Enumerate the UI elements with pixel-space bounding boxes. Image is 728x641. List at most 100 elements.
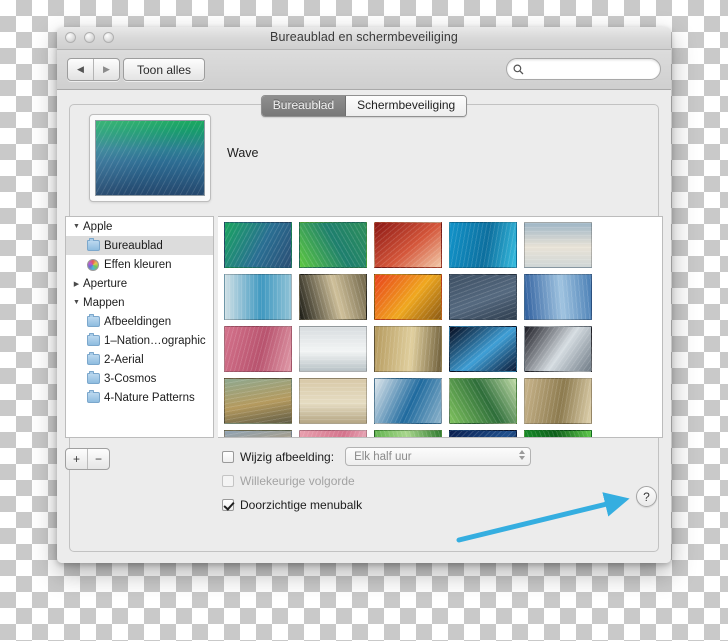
color-wheel-icon <box>87 258 99 271</box>
wallpaper-row <box>224 378 662 424</box>
random-order-row: Willekeurige volgorde <box>222 470 531 491</box>
sidebar-item-mappen[interactable]: ▼ Mappen <box>66 293 213 312</box>
search-icon <box>513 64 524 74</box>
wallpaper-thumbnail-desert-herd[interactable] <box>299 378 367 424</box>
wallpaper-thumbnail-dry-grass[interactable] <box>524 378 592 424</box>
window-titlebar: Bureaublad en schermbeveiliging <box>57 27 671 50</box>
sidebar-item-label: Aperture <box>83 277 128 290</box>
sidebar-item-label: 1–Nation…ographic <box>104 334 206 347</box>
sidebar-item-3-cosmos[interactable]: 3-Cosmos <box>66 369 213 388</box>
window-body: Bureaublad Schermbeveiliging Wave ▼ Apple… <box>57 90 671 563</box>
wallpaper-thumbnail-orange-leaf[interactable] <box>374 274 442 320</box>
wallpaper-thumbnail-pale-shore[interactable] <box>524 222 592 268</box>
translucent-menubar-row: Doorzichtige menubalk <box>222 494 531 515</box>
interval-value: Elk half uur <box>354 450 412 463</box>
sidebar-item-label: Mappen <box>83 296 125 309</box>
sidebar-item-bureaublad[interactable]: Bureaublad <box>66 236 213 255</box>
wallpaper-thumbnail-river-delta[interactable] <box>374 378 442 424</box>
wallpaper-thumbnail-blue-ice[interactable] <box>524 274 592 320</box>
wallpaper-thumbnail-night-blue[interactable] <box>449 430 517 437</box>
wallpaper-thumbnail-savanna[interactable] <box>224 430 292 437</box>
sidebar-item-label: Apple <box>83 220 113 233</box>
stepper-icon <box>519 450 526 460</box>
sidebar-item-effen-kleuren[interactable]: Effen kleuren <box>66 255 213 274</box>
sidebar-item-label: 4-Nature Patterns <box>104 391 195 404</box>
sidebar-item-afbeeldingen[interactable]: Afbeeldingen <box>66 312 213 331</box>
add-folder-button[interactable]: + <box>66 449 88 469</box>
add-remove-folder-control: + − <box>65 448 110 470</box>
wallpaper-thumbnail-pink-dunes[interactable] <box>224 326 292 372</box>
sidebar-item-apple[interactable]: ▼ Apple <box>66 217 213 236</box>
tab-bar: Bureaublad Schermbeveiliging <box>57 95 671 117</box>
source-and-grid: ▼ Apple Bureaublad Effen kleuren ▶ Aperture ▼ M… <box>65 216 663 438</box>
bottom-controls: + − Wijzig afbeelding: Elk half uur Will… <box>57 446 671 546</box>
options-column: Wijzig afbeelding: Elk half uur Willekeu… <box>222 446 532 518</box>
sidebar-item-label: Afbeeldingen <box>104 315 172 328</box>
wallpaper-thumbnail-red-canyon[interactable] <box>374 222 442 268</box>
navigation-segmented-control: ◀ ▶ <box>67 58 120 81</box>
chevron-down-icon[interactable]: ▼ <box>70 223 83 230</box>
change-picture-label: Wijzig afbeelding: <box>240 449 335 464</box>
folder-icon <box>87 238 100 251</box>
tab-bureaublad[interactable]: Bureaublad <box>261 96 347 116</box>
folder-icon <box>87 352 100 365</box>
wallpaper-thumbnail-sand-cliff[interactable] <box>374 326 442 372</box>
change-picture-row: Wijzig afbeelding: Elk half uur <box>222 446 532 467</box>
wallpaper-thumbnail-wave[interactable] <box>224 222 292 268</box>
wallpaper-row <box>224 430 662 437</box>
back-button[interactable]: ◀ <box>68 59 94 80</box>
sidebar-item-label: 3-Cosmos <box>104 372 157 385</box>
window-title: Bureaublad en schermbeveiliging <box>270 30 458 44</box>
tab-schermbeveiliging[interactable]: Schermbeveiliging <box>346 96 467 116</box>
folder-icon <box>87 390 100 403</box>
show-all-button[interactable]: Toon alles <box>123 58 206 81</box>
help-button[interactable]: ? <box>636 486 657 507</box>
wallpaper-thumbnail-elephant[interactable] <box>224 378 292 424</box>
window-toolbar: ◀ ▶ Toon alles <box>57 50 671 90</box>
wallpaper-thumbnail-earth-space[interactable] <box>449 326 517 372</box>
remove-folder-button[interactable]: − <box>88 449 109 469</box>
folder-icon <box>87 314 100 327</box>
wallpaper-thumbnail-blue-slate[interactable] <box>449 274 517 320</box>
wallpaper-grid[interactable] <box>218 216 663 438</box>
forward-button[interactable]: ▶ <box>94 59 119 80</box>
sidebar-item-aperture[interactable]: ▶ Aperture <box>66 274 213 293</box>
random-order-label: Willekeurige volgorde <box>240 473 355 488</box>
change-picture-checkbox[interactable] <box>222 450 234 463</box>
chevron-right-icon[interactable]: ▶ <box>70 280 83 288</box>
search-field[interactable] <box>506 58 661 80</box>
wallpaper-thumbnail-green-blades[interactable] <box>524 430 592 437</box>
wallpaper-thumbnail-blue-water[interactable] <box>449 222 517 268</box>
sidebar-item-label: Effen kleuren <box>104 258 172 271</box>
random-order-checkbox[interactable] <box>222 474 234 487</box>
chevron-down-icon[interactable]: ▼ <box>70 299 83 306</box>
wallpaper-thumbnail-green-ripple[interactable] <box>374 430 442 437</box>
folder-icon <box>87 371 100 384</box>
search-input[interactable] <box>527 62 655 76</box>
wallpaper-thumbnail-misty-lake[interactable] <box>299 326 367 372</box>
folder-icon <box>87 333 100 346</box>
sidebar-item-label: 2-Aerial <box>104 353 144 366</box>
sidebar-item-4-nature-patterns[interactable]: 4-Nature Patterns <box>66 388 213 407</box>
sidebar-item-1-nation-ographic[interactable]: 1–Nation…ographic <box>66 331 213 350</box>
wallpaper-preview[interactable] <box>89 114 211 202</box>
wallpaper-row <box>224 326 662 372</box>
wallpaper-row <box>224 222 662 268</box>
wallpaper-thumbnail-green-swirl[interactable] <box>299 222 367 268</box>
wallpaper-row <box>224 274 662 320</box>
system-preferences-window: Bureaublad en schermbeveiliging ◀ ▶ Toon… <box>57 27 671 563</box>
wallpaper-thumbnail-dark-grass[interactable] <box>299 274 367 320</box>
wallpaper-thumbnail-lily-pads[interactable] <box>449 378 517 424</box>
wallpaper-name: Wave <box>227 146 259 160</box>
sidebar-item-label: Bureaublad <box>104 239 163 252</box>
screenshot-canvas: Bureaublad en schermbeveiliging ◀ ▶ Toon… <box>0 0 728 641</box>
source-list[interactable]: ▼ Apple Bureaublad Effen kleuren ▶ Aperture ▼ M… <box>65 216 214 438</box>
translucent-menubar-checkbox[interactable] <box>222 498 234 511</box>
wallpaper-thumbnail-ice-ridge[interactable] <box>524 326 592 372</box>
sidebar-item-2-aerial[interactable]: 2-Aerial <box>66 350 213 369</box>
wallpaper-thumbnail-pink-feather[interactable] <box>299 430 367 437</box>
wallpaper-thumbnail-blue-reeds[interactable] <box>224 274 292 320</box>
interval-popup-button[interactable]: Elk half uur <box>345 447 532 466</box>
wallpaper-preview-image <box>95 120 205 196</box>
translucent-menubar-label: Doorzichtige menubalk <box>240 497 363 512</box>
